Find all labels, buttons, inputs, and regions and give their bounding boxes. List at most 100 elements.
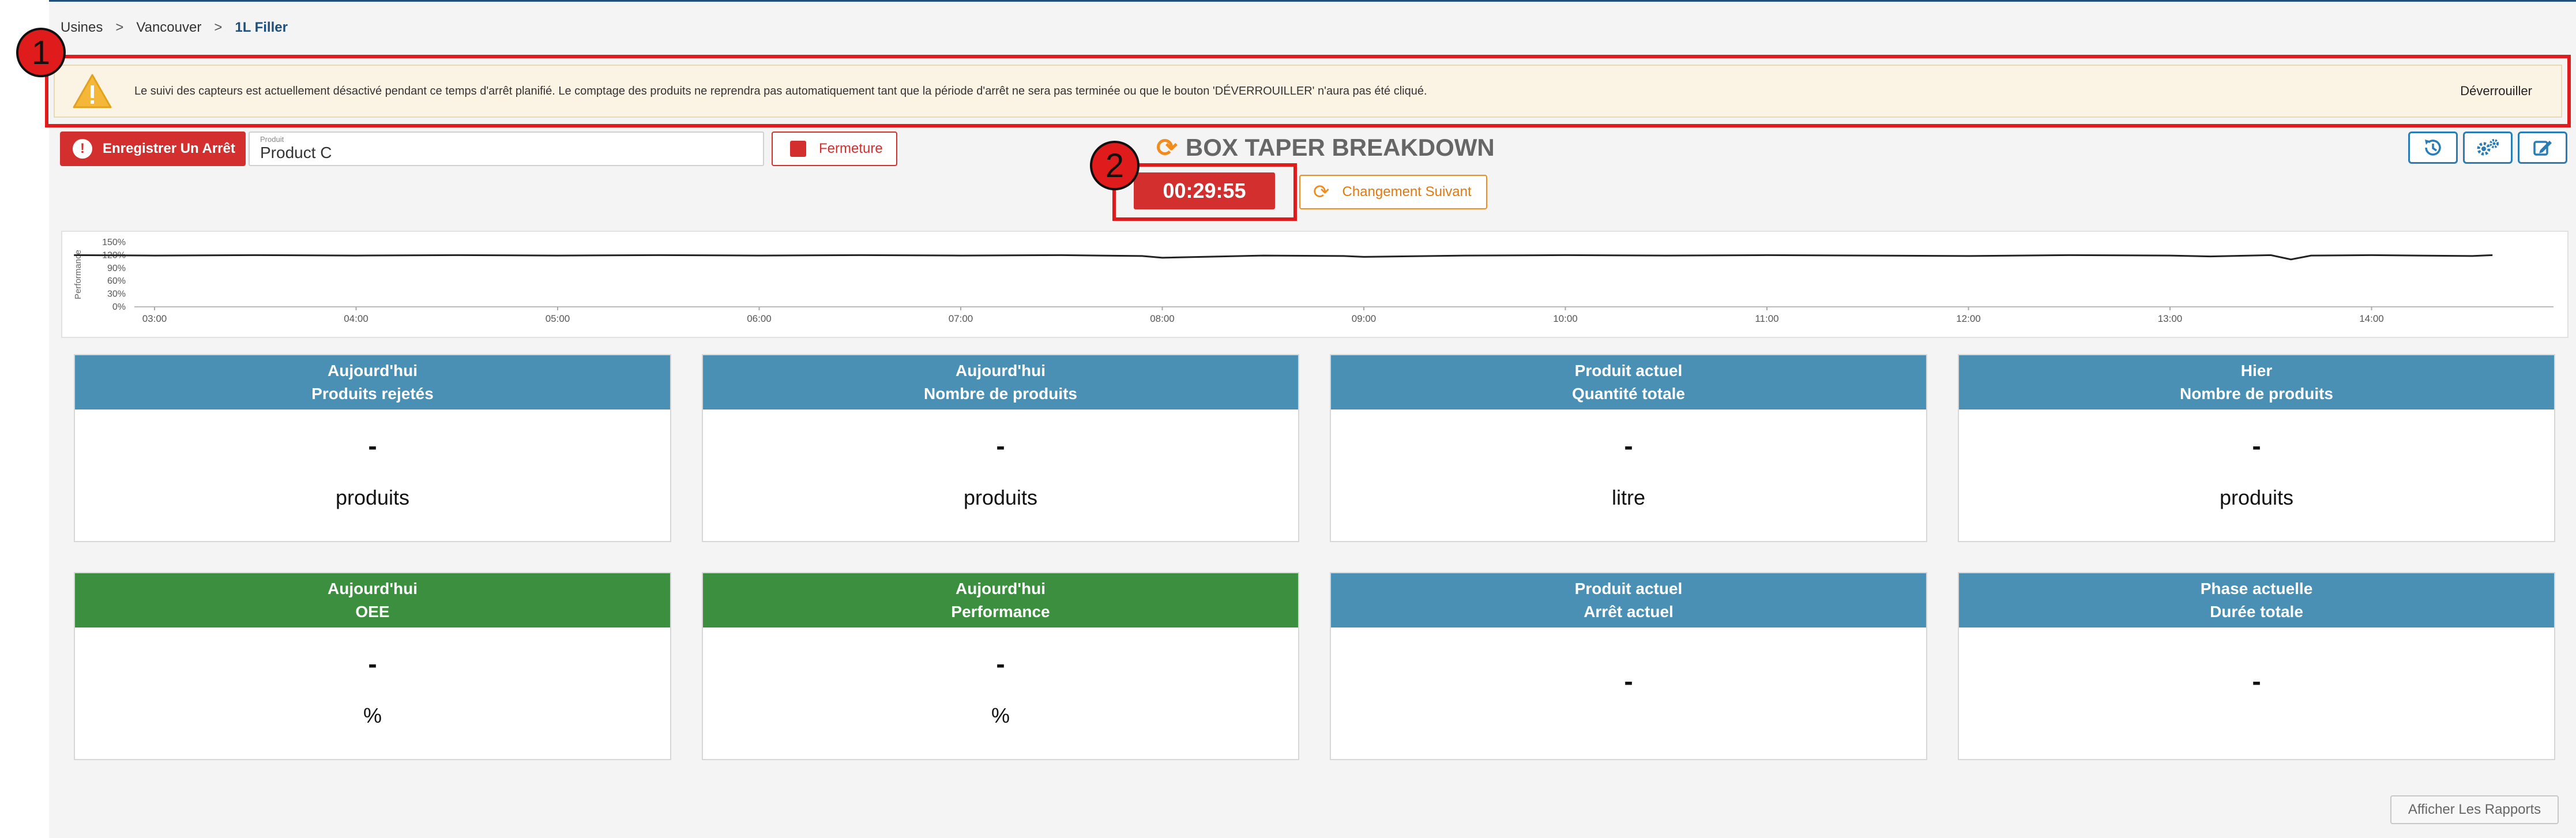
history-button[interactable] bbox=[2408, 131, 2458, 164]
kpi-card-metric: Performance bbox=[951, 603, 1050, 621]
kpi-card: Hier Nombre de produits - produits bbox=[1958, 354, 2555, 542]
product-field-label: Produit bbox=[260, 135, 284, 144]
kpi-card-metric: Durée totale bbox=[2210, 603, 2303, 621]
kpi-card: Phase actuelle Durée totale - bbox=[1958, 572, 2555, 760]
kpi-card-metric: Produits rejetés bbox=[311, 385, 434, 403]
kpi-card-header: Aujourd'hui Nombre de produits bbox=[703, 355, 1298, 409]
kpi-card-value: - bbox=[996, 649, 1005, 679]
chevron-right-icon: > bbox=[214, 20, 223, 35]
chart-x-tick-label: 04:00 bbox=[344, 313, 368, 324]
chart-y-tick-label: 0% bbox=[112, 302, 126, 312]
kpi-card-unit: produits bbox=[2219, 486, 2294, 509]
chart-series-line bbox=[74, 254, 2493, 261]
chart-x-tick-label: 06:00 bbox=[747, 313, 772, 324]
kpi-card-period: Aujourd'hui bbox=[956, 362, 1046, 379]
kpi-card-header: Produit actuel Quantité totale bbox=[1331, 355, 1926, 409]
kpi-card-period: Aujourd'hui bbox=[328, 580, 418, 598]
downtime-alert: Le suivi des capteurs est actuellement d… bbox=[54, 65, 2562, 118]
chart-y-tick-label: 90% bbox=[107, 264, 126, 273]
kpi-card: Aujourd'hui Performance -% bbox=[702, 572, 1299, 760]
downtime-timer: 00:29:55 bbox=[1134, 172, 1275, 209]
next-changeover-label: Changement Suivant bbox=[1342, 184, 1472, 200]
kpi-card-header: Aujourd'hui Performance bbox=[703, 573, 1298, 627]
edit-icon bbox=[2533, 141, 2552, 156]
sync-icon: ⟳ bbox=[1313, 181, 1330, 203]
product-select[interactable]: Produit Product C bbox=[249, 131, 764, 166]
kpi-card-header: Produit actuel Arrêt actuel bbox=[1331, 573, 1926, 627]
breadcrumb-item-current: 1L Filler bbox=[235, 20, 288, 35]
kpi-card-period: Aujourd'hui bbox=[956, 580, 1046, 598]
performance-chart-svg: Performance150%120%90%60%30%0%03:00 04:00… bbox=[73, 238, 2554, 324]
left-margin bbox=[0, 0, 49, 838]
kpi-card: Aujourd'hui Nombre de produits - produits bbox=[702, 354, 1299, 542]
chart-x-tick-label: 13:00 bbox=[2158, 313, 2183, 324]
kpi-card-header: Aujourd'hui OEE bbox=[75, 573, 670, 627]
kpi-card-value: - bbox=[1624, 666, 1633, 696]
kpi-card-metric: Arrêt actuel bbox=[1584, 603, 1674, 621]
kpi-card-period: Phase actuelle bbox=[2200, 580, 2313, 598]
kpi-card-unit: litre bbox=[1611, 486, 1645, 509]
chart-x-tick-label: 07:00 bbox=[949, 313, 973, 324]
chart-x-tick-label: 12:00 bbox=[1956, 313, 1981, 324]
alert-circle-icon: ! bbox=[73, 139, 92, 159]
history-icon bbox=[2425, 140, 2441, 156]
annotation-badge-1: 1 bbox=[16, 28, 66, 77]
stop-square-icon bbox=[790, 141, 806, 157]
warning-icon bbox=[73, 74, 112, 108]
product-field-value: Product C bbox=[260, 144, 332, 161]
chart-x-tick-label: 05:00 bbox=[546, 313, 570, 324]
kpi-card-value: - bbox=[2252, 431, 2261, 461]
kpi-card-period: Produit actuel bbox=[1574, 362, 1683, 379]
kpi-card-metric: Quantité totale bbox=[1571, 385, 1685, 403]
chevron-right-icon: > bbox=[115, 20, 124, 35]
closure-button[interactable]: Fermeture bbox=[772, 131, 897, 166]
chart-x-tick-label: 03:00 bbox=[142, 313, 167, 324]
annotation-badge-2: 2 bbox=[1090, 141, 1140, 190]
kpi-card: Produit actuel Arrêt actuel - bbox=[1330, 572, 1927, 760]
chart-y-tick-label: 30% bbox=[107, 290, 126, 299]
settings-icon bbox=[2477, 139, 2499, 156]
show-reports-button[interactable]: Afficher Les Rapports bbox=[2390, 795, 2559, 824]
kpi-card: Aujourd'hui OEE -% bbox=[74, 572, 671, 760]
breadcrumb-item-site[interactable]: Vancouver bbox=[136, 20, 201, 36]
record-stop-label: Enregistrer Un Arrêt bbox=[103, 141, 235, 156]
chart-x-tick-label: 10:00 bbox=[1553, 313, 1578, 324]
kpi-card-metric: OEE bbox=[355, 603, 390, 621]
settings-button[interactable] bbox=[2463, 131, 2513, 164]
kpi-card-header: Aujourd'hui Produits rejetés bbox=[75, 355, 670, 409]
stop-reason-title: BOX TAPER BREAKDOWN bbox=[1185, 134, 1495, 161]
alert-message: Le suivi des capteurs est actuellement d… bbox=[134, 84, 1427, 97]
kpi-card-value: - bbox=[2252, 666, 2261, 696]
performance-chart: Performance 150% 120% 90% 60% 30% 0% 03:00 04:00… bbox=[61, 231, 2569, 338]
chart-x-tick-label: 11:00 bbox=[1755, 313, 1778, 324]
kpi-card-period: Produit actuel bbox=[1574, 580, 1683, 598]
kpi-card-unit: produits bbox=[963, 486, 1038, 509]
kpi-card-header: Hier Nombre de produits bbox=[1959, 355, 2554, 409]
page-title: ⟳ BOX TAPER BREAKDOWN bbox=[1156, 131, 1495, 164]
chart-x-tick-label: 09:00 bbox=[1352, 313, 1377, 324]
kpi-card-unit: % bbox=[991, 704, 1010, 727]
kpi-card-metric: Nombre de produits bbox=[2179, 385, 2333, 403]
chart-y-axis-label: Performance bbox=[73, 250, 83, 299]
chart-x-tick-label: 08:00 bbox=[1150, 313, 1175, 324]
chart-y-tick-label: 150% bbox=[102, 238, 126, 247]
breadcrumb-item-plants[interactable]: Usines bbox=[61, 20, 103, 36]
chart-y-tick-label: 60% bbox=[107, 276, 126, 286]
edit-button[interactable] bbox=[2518, 131, 2567, 164]
kpi-card: Produit actuel Quantité totale - litre bbox=[1330, 354, 1927, 542]
kpi-card-unit: % bbox=[363, 704, 382, 727]
kpi-card-header: Phase actuelle Durée totale bbox=[1959, 573, 2554, 627]
kpi-card-value: - bbox=[368, 649, 377, 679]
chart-x-tick-label: 14:00 bbox=[2359, 313, 2384, 324]
kpi-card-metric: Nombre de produits bbox=[923, 385, 1077, 403]
next-changeover-button[interactable]: ⟳ Changement Suivant bbox=[1299, 175, 1487, 209]
unlock-button[interactable]: Déverrouiller bbox=[2460, 84, 2532, 99]
kpi-card-value: - bbox=[1624, 431, 1633, 461]
kpi-card-unit: produits bbox=[335, 486, 410, 509]
kpi-card: Aujourd'hui Produits rejetés - produits bbox=[74, 354, 671, 542]
record-stop-button[interactable]: ! Enregistrer Un Arrêt bbox=[60, 131, 246, 166]
refresh-icon: ⟳ bbox=[1156, 133, 1178, 162]
kpi-card-value: - bbox=[996, 431, 1005, 461]
breadcrumb: Usines > Vancouver > 1L Filler bbox=[61, 16, 288, 39]
closure-label: Fermeture bbox=[819, 141, 883, 156]
